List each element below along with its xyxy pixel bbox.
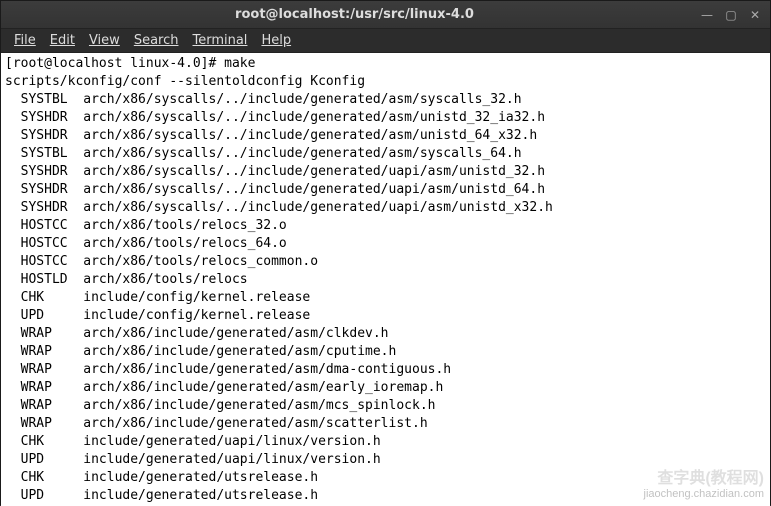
output-line: WRAP arch/x86/include/generated/asm/cput…	[5, 343, 766, 361]
output-line: SYSHDR arch/x86/syscalls/../include/gene…	[5, 127, 766, 145]
output-line: UPD include/config/kernel.release	[5, 307, 766, 325]
output-line: WRAP arch/x86/include/generated/asm/clkd…	[5, 325, 766, 343]
output-line: UPD include/generated/uapi/linux/version…	[5, 451, 766, 469]
output-line: scripts/kconfig/conf --silentoldconfig K…	[5, 73, 766, 91]
titlebar: root@localhost:/usr/src/linux-4.0 — ▢ ✕	[1, 1, 770, 29]
close-icon[interactable]: ✕	[748, 8, 762, 22]
output-line: SYSHDR arch/x86/syscalls/../include/gene…	[5, 109, 766, 127]
output-line: SYSHDR arch/x86/syscalls/../include/gene…	[5, 199, 766, 217]
watermark: 查字典(教程网) jiaocheng.chazidian.com	[644, 470, 764, 500]
menu-help[interactable]: Help	[254, 30, 298, 51]
output-line: SYSTBL arch/x86/syscalls/../include/gene…	[5, 91, 766, 109]
output-line: HOSTCC arch/x86/tools/relocs_32.o	[5, 217, 766, 235]
watermark-big: 查字典(教程网)	[644, 470, 764, 488]
terminal-output[interactable]: [root@localhost linux-4.0]# makescripts/…	[1, 53, 770, 506]
window-controls: — ▢ ✕	[700, 8, 762, 22]
output-line: CHK include/generated/uapi/linux/version…	[5, 433, 766, 451]
window-title: root@localhost:/usr/src/linux-4.0	[9, 7, 700, 22]
output-line: HOSTCC arch/x86/tools/relocs_64.o	[5, 235, 766, 253]
maximize-icon[interactable]: ▢	[724, 8, 738, 22]
menubar: File Edit View Search Terminal Help	[1, 29, 770, 53]
menu-terminal[interactable]: Terminal	[185, 30, 254, 51]
output-line: WRAP arch/x86/include/generated/asm/mcs_…	[5, 397, 766, 415]
minimize-icon[interactable]: —	[700, 8, 714, 22]
watermark-small: jiaocheng.chazidian.com	[644, 488, 764, 500]
menu-search[interactable]: Search	[127, 30, 186, 51]
output-line: SYSHDR arch/x86/syscalls/../include/gene…	[5, 181, 766, 199]
output-line: SYSTBL arch/x86/syscalls/../include/gene…	[5, 145, 766, 163]
output-line: WRAP arch/x86/include/generated/asm/scat…	[5, 415, 766, 433]
output-line: WRAP arch/x86/include/generated/asm/earl…	[5, 379, 766, 397]
output-line: WRAP arch/x86/include/generated/asm/dma-…	[5, 361, 766, 379]
output-line: SYSHDR arch/x86/syscalls/../include/gene…	[5, 163, 766, 181]
output-line: CHK include/config/kernel.release	[5, 289, 766, 307]
output-line: HOSTCC arch/x86/tools/relocs_common.o	[5, 253, 766, 271]
menu-view[interactable]: View	[82, 30, 127, 51]
output-line: HOSTLD arch/x86/tools/relocs	[5, 271, 766, 289]
prompt-line: [root@localhost linux-4.0]# make	[5, 55, 766, 73]
menu-file[interactable]: File	[7, 30, 43, 51]
menu-edit[interactable]: Edit	[43, 30, 82, 51]
